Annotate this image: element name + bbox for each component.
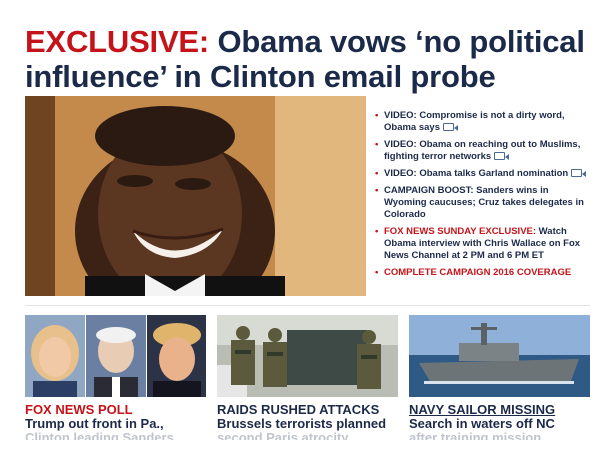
clinton-portrait (25, 315, 85, 397)
candidates-thumbnail[interactable] (25, 315, 206, 397)
link-text: CAMPAIGN BOOST: Sanders wins in Wyoming … (384, 185, 584, 220)
link-text: VIDEO: Obama talks Garland nomination (384, 168, 569, 179)
hero-image-obama-laughing[interactable] (25, 96, 366, 296)
video-camera-icon (494, 152, 510, 160)
related-link[interactable]: CAMPAIGN BOOST: Sanders wins in Wyoming … (375, 185, 590, 221)
tile-headline-cont[interactable]: Clinton leading Sanders (25, 431, 206, 440)
tile-headline[interactable]: Trump out front in Pa., (25, 417, 206, 431)
related-link[interactable]: VIDEO: Obama talks Garland nomination (375, 168, 590, 180)
video-camera-icon (571, 169, 587, 177)
tile-kicker[interactable]: RAIDS RUSHED ATTACKS (217, 403, 398, 417)
tile-kicker[interactable]: FOX NEWS POLL (25, 403, 206, 417)
related-link[interactable]: VIDEO: Obama on reaching out to Muslims,… (375, 139, 590, 163)
sanders-portrait (86, 315, 146, 397)
story-tile-raids-rushed-attacks[interactable]: RAIDS RUSHED ATTACKS Brussels terrorists… (217, 315, 398, 440)
tile-headline[interactable]: Search in waters off NC (409, 417, 590, 431)
link-text: COMPLETE CAMPAIGN 2016 COVERAGE (384, 267, 572, 278)
hero-photo (25, 96, 366, 296)
tile-headline[interactable]: Brussels terrorists planned (217, 417, 398, 431)
tile-headline-cont[interactable]: after training mission (409, 431, 590, 440)
story-tile-navy-sailor-missing[interactable]: NAVY SAILOR MISSING Search in waters off… (409, 315, 590, 440)
soldiers-thumbnail[interactable] (217, 315, 398, 397)
tile-kicker[interactable]: NAVY SAILOR MISSING (409, 403, 590, 417)
related-links-list: VIDEO: Compromise is not a dirty word, O… (375, 110, 590, 284)
link-text: VIDEO: Compromise is not a dirty word, O… (384, 110, 565, 133)
link-kicker: FOX NEWS SUNDAY EXCLUSIVE: (384, 226, 537, 237)
soldiers-photo (217, 315, 398, 397)
video-camera-icon (442, 123, 458, 131)
tile-headline-cont[interactable]: second Paris atrocity (217, 431, 398, 440)
link-text: VIDEO: Obama on reaching out to Muslims,… (384, 139, 581, 162)
story-tile-fox-news-poll[interactable]: FOX NEWS POLL Trump out front in Pa., Cl… (25, 315, 206, 440)
lead-headline[interactable]: EXCLUSIVE: Obama vows ‘no political infl… (25, 24, 595, 94)
navy-ship-photo (409, 315, 590, 397)
navy-ship-thumbnail[interactable] (409, 315, 590, 397)
trump-portrait (147, 315, 206, 397)
headline-kicker: EXCLUSIVE: (25, 24, 210, 59)
related-link[interactable]: VIDEO: Compromise is not a dirty word, O… (375, 110, 590, 134)
related-link-campaign-coverage[interactable]: COMPLETE CAMPAIGN 2016 COVERAGE (375, 267, 590, 279)
section-divider (25, 305, 590, 306)
related-link[interactable]: FOX NEWS SUNDAY EXCLUSIVE: Watch Obama i… (375, 226, 590, 262)
